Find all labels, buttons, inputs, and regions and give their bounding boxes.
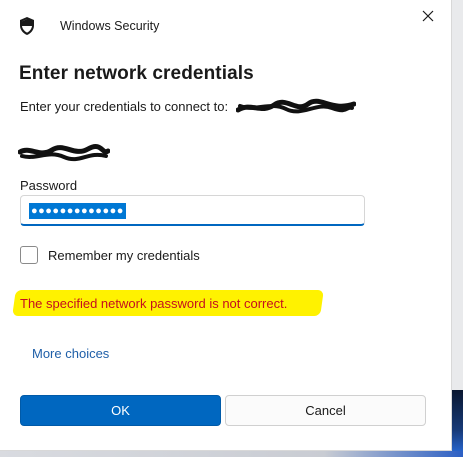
- remember-label: Remember my credentials: [48, 247, 200, 263]
- app-title: Windows Security: [60, 19, 160, 33]
- remember-checkbox[interactable]: [20, 246, 38, 264]
- desktop-bottom-edge: [0, 451, 463, 457]
- redacted-username: [18, 144, 110, 162]
- cancel-button[interactable]: Cancel: [225, 395, 426, 426]
- title-bar: Windows Security: [0, 0, 451, 44]
- redacted-server-name: [236, 98, 356, 114]
- close-button[interactable]: [414, 6, 442, 30]
- password-label: Password: [20, 178, 78, 193]
- close-icon: [422, 9, 434, 27]
- dialog-heading: Enter network credentials: [19, 63, 254, 84]
- screenshot: Windows Security Enter network credentia…: [0, 0, 463, 457]
- shield-icon: [19, 17, 35, 35]
- password-input[interactable]: ●●●●●●●●●●●●●: [20, 195, 365, 226]
- password-value: ●●●●●●●●●●●●●: [29, 203, 126, 219]
- error-message: The specified network password is not co…: [20, 296, 288, 311]
- desktop-background: [452, 0, 463, 457]
- ok-button[interactable]: OK: [20, 395, 221, 426]
- remember-credentials-row[interactable]: Remember my credentials: [20, 244, 200, 266]
- taskbar-corner: [452, 390, 463, 457]
- credentials-dialog: Windows Security Enter network credentia…: [0, 0, 452, 451]
- connect-description: Enter your credentials to connect to:: [20, 99, 229, 114]
- more-choices-link[interactable]: More choices: [32, 346, 109, 362]
